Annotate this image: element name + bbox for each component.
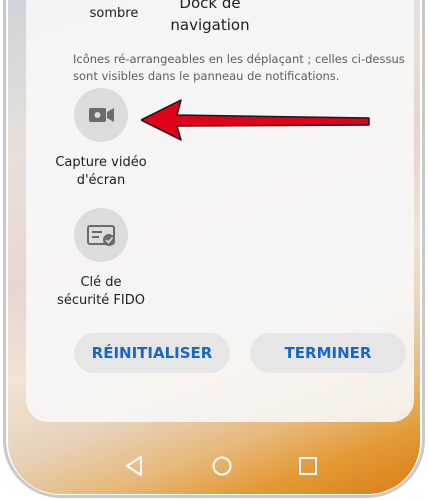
reset-button[interactable]: RÉINITIALISER bbox=[74, 333, 230, 373]
home-circle-icon[interactable] bbox=[210, 455, 234, 477]
tile-editor-panel: Mode sombre Dock de navigation Icônes ré… bbox=[26, 0, 414, 422]
screen-recorder-label: Capture vidéo d'écran bbox=[55, 155, 147, 188]
video-camera-icon bbox=[89, 108, 114, 122]
recent-square-icon[interactable] bbox=[296, 455, 320, 477]
security-key-icon bbox=[87, 225, 115, 246]
pointer-arrow bbox=[141, 99, 370, 141]
phone-frame: Mode sombre Dock de navigation Icônes ré… bbox=[0, 0, 428, 500]
back-triangle-icon[interactable] bbox=[123, 455, 147, 477]
screen-recorder-tile[interactable] bbox=[74, 88, 128, 142]
done-button[interactable]: TERMINER bbox=[250, 333, 406, 373]
fido-key-label: Clé de sécurité FIDO bbox=[57, 275, 145, 308]
rearrange-hint: Icônes ré-arrangeables en les déplaçant … bbox=[73, 52, 405, 83]
navigation-dock-label: Dock de navigation bbox=[170, 0, 250, 34]
screen: Mode sombre Dock de navigation Icônes ré… bbox=[8, 0, 420, 494]
fido-key-tile[interactable] bbox=[74, 208, 128, 262]
